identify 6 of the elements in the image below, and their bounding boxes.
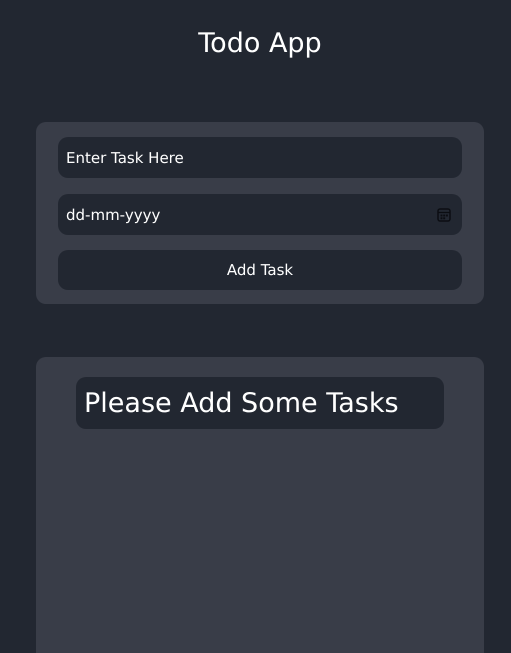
app-title: Todo App xyxy=(198,27,322,61)
empty-message: Please Add Some Tasks xyxy=(76,377,444,429)
add-task-button[interactable]: Add Task xyxy=(58,250,462,290)
date-input-field[interactable]: dd-mm-yyyy xyxy=(58,194,462,235)
task-input-field[interactable]: Enter Task Here xyxy=(58,137,462,178)
calendar-icon[interactable] xyxy=(437,208,451,222)
